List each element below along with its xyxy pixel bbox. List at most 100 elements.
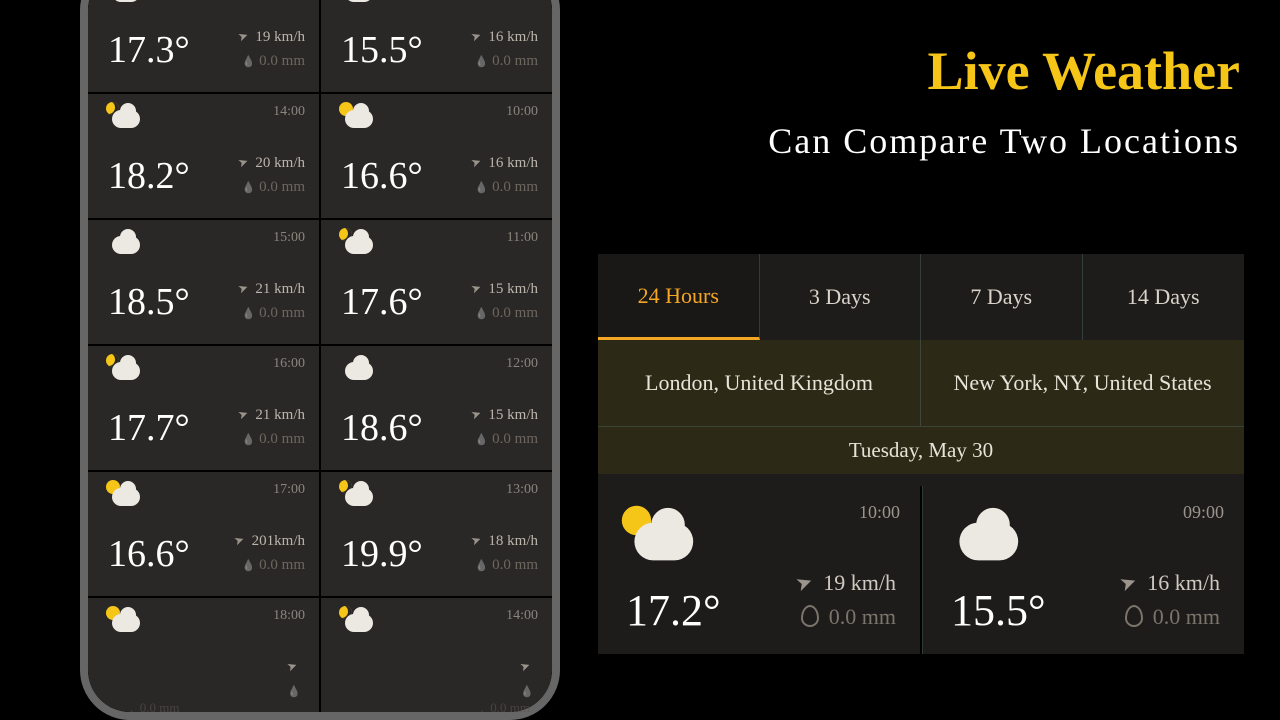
hourly-cell[interactable]: 12:00 18.6° 15 km/h 0.0 mm xyxy=(321,346,552,470)
hourly-cell[interactable]: 11:00 17.6° 15 km/h 0.0 mm xyxy=(321,220,552,344)
phone-frame: 13:0017.3°19 km/h0.0 mm09:0015.5°16 km/h… xyxy=(80,0,560,720)
cell-temp: 15.5° xyxy=(341,28,423,72)
hourly-cell[interactable]: 15:00 18.5° 21 km/h 0.0 mm xyxy=(88,220,319,344)
weather-sun-cloud-icon xyxy=(341,104,375,130)
cell-wind: 16 km/h xyxy=(470,153,538,172)
weather-moon-cloud-icon xyxy=(341,230,375,256)
weather-moon-cloud-icon xyxy=(108,356,142,382)
tab-3-days[interactable]: 3 Days xyxy=(760,254,922,340)
cell-temp: 19.9° xyxy=(341,532,423,576)
cell-temp: 18.2° xyxy=(108,154,190,198)
weather-moon-cloud-icon xyxy=(341,608,375,634)
cell-wind: 15 km/h xyxy=(470,405,538,424)
hourly-cell[interactable]: 17:00 16.6° 201km/h 0.0 mm xyxy=(88,472,319,596)
compare-rain: 0.0 mm xyxy=(801,604,896,630)
hourly-cell[interactable]: 18:00 xyxy=(88,598,319,712)
location-left[interactable]: London, United Kingdom xyxy=(598,340,921,426)
cell-time: 18:00 xyxy=(273,608,305,624)
hourly-cell[interactable]: 13:00 19.9° 18 km/h 0.0 mm xyxy=(321,472,552,596)
location-row: London, United Kingdom New York, NY, Uni… xyxy=(598,340,1244,426)
hourly-grid[interactable]: 13:0017.3°19 km/h0.0 mm09:0015.5°16 km/h… xyxy=(88,0,552,712)
cell-rain: 0.0 mm xyxy=(474,557,538,574)
ghost-right-rain: 0.0 mm xyxy=(490,700,530,715)
compare-wind: 19 km/h xyxy=(795,570,896,596)
cell-rain: 0.0 mm xyxy=(474,305,538,322)
location-right[interactable]: New York, NY, United States xyxy=(921,340,1244,426)
weather-sun-cloud-icon xyxy=(108,608,142,634)
compare-cell[interactable]: 10:00 17.2° 19 km/h 0.0 mm xyxy=(598,486,920,654)
weather-moon-cloud-icon xyxy=(108,104,142,130)
cell-temp: 17.6° xyxy=(341,280,423,324)
title: Live Weather xyxy=(768,40,1240,102)
compare-rain: 0.0 mm xyxy=(1125,604,1220,630)
cell-rain: 0.0 mm xyxy=(474,431,538,448)
cell-wind: 21 km/h xyxy=(237,405,305,424)
cell-time: 12:00 xyxy=(506,356,538,372)
marketing-heading: Live Weather Can Compare Two Locations xyxy=(768,40,1240,162)
cell-wind: 16 km/h xyxy=(470,27,538,46)
weather-cloud-icon xyxy=(108,230,142,256)
cell-time: 13:00 xyxy=(506,482,538,498)
compare-wind: 16 km/h xyxy=(1119,570,1220,596)
cell-time: 14:00 xyxy=(506,608,538,624)
cell-rain xyxy=(520,683,538,700)
compare-temp: 15.5° xyxy=(951,585,1046,636)
cell-wind xyxy=(286,657,305,676)
weather-sun-cloud-icon xyxy=(108,0,142,4)
cell-time: 11:00 xyxy=(507,230,538,246)
hourly-cell[interactable]: 16:00 17.7° 21 km/h 0.0 mm xyxy=(88,346,319,470)
cell-temp: 17.3° xyxy=(108,28,190,72)
cell-temp: 16.6° xyxy=(341,154,423,198)
cell-wind: 15 km/h xyxy=(470,279,538,298)
compare-time: 09:00 xyxy=(1183,502,1224,523)
hourly-cell[interactable]: 14:00 18.2° 20 km/h 0.0 mm xyxy=(88,94,319,218)
tab-7-days[interactable]: 7 Days xyxy=(921,254,1083,340)
range-tabs: 24 Hours3 Days7 Days14 Days xyxy=(598,254,1244,340)
cell-wind: 18 km/h xyxy=(470,531,538,550)
weather-cloud-icon xyxy=(341,356,375,382)
hourly-cell[interactable]: 10:00 16.6° 16 km/h 0.0 mm xyxy=(321,94,552,218)
cell-time: 10:00 xyxy=(506,104,538,120)
cell-time: 15:00 xyxy=(273,230,305,246)
compare-temp: 17.2° xyxy=(626,585,721,636)
weather-cloud-icon xyxy=(341,0,375,4)
weather-moon-cloud-icon xyxy=(341,482,375,508)
compare-time: 10:00 xyxy=(859,502,900,523)
cell-time: 17:00 xyxy=(273,482,305,498)
cell-time: 14:00 xyxy=(273,104,305,120)
phone-screen: 13:0017.3°19 km/h0.0 mm09:0015.5°16 km/h… xyxy=(88,0,552,712)
cell-wind: 21 km/h xyxy=(237,279,305,298)
cell-time: 16:00 xyxy=(273,356,305,372)
compare-panel: 24 Hours3 Days7 Days14 Days London, Unit… xyxy=(598,254,1244,654)
cell-wind: 20 km/h xyxy=(237,153,305,172)
cell-rain: 0.0 mm xyxy=(241,305,305,322)
cell-rain: 0.0 mm xyxy=(241,53,305,70)
subtitle: Can Compare Two Locations xyxy=(768,120,1240,162)
compare-cells: 10:00 17.2° 19 km/h 0.0 mm 09:00 15.5° 16 km/h… xyxy=(598,486,1244,654)
hourly-cell[interactable]: 14:00 xyxy=(321,598,552,712)
cell-temp: 17.7° xyxy=(108,406,190,450)
weather-cloud-icon xyxy=(951,510,1022,565)
tab-14-days[interactable]: 14 Days xyxy=(1083,254,1245,340)
hourly-cell[interactable]: 09:0015.5°16 km/h0.0 mm xyxy=(321,0,552,92)
tab-24-hours[interactable]: 24 Hours xyxy=(598,254,760,340)
hourly-cell[interactable]: 13:0017.3°19 km/h0.0 mm xyxy=(88,0,319,92)
cell-rain: 0.0 mm xyxy=(241,431,305,448)
cell-temp: 18.6° xyxy=(341,406,423,450)
ghost-left-rain: 0.0 mm xyxy=(140,700,180,715)
weather-sun-cloud-icon xyxy=(108,482,142,508)
cell-rain: 0.0 mm xyxy=(241,557,305,574)
date-bar: Tuesday, May 30 xyxy=(598,426,1244,474)
cell-rain: 0.0 mm xyxy=(474,53,538,70)
cell-rain: 0.0 mm xyxy=(241,179,305,196)
weather-sun-cloud-icon xyxy=(626,510,697,565)
cell-rain xyxy=(287,683,305,700)
cell-temp: 18.5° xyxy=(108,280,190,324)
overflow-ghost-row: . 0.0 mm . 0.0 mm xyxy=(130,700,530,716)
cell-rain: 0.0 mm xyxy=(474,179,538,196)
compare-cell[interactable]: 09:00 15.5° 16 km/h 0.0 mm xyxy=(922,486,1244,654)
cell-wind xyxy=(519,657,538,676)
cell-wind: 201km/h xyxy=(233,531,305,550)
cell-wind: 19 km/h xyxy=(237,27,305,46)
cell-temp: 16.6° xyxy=(108,532,190,576)
